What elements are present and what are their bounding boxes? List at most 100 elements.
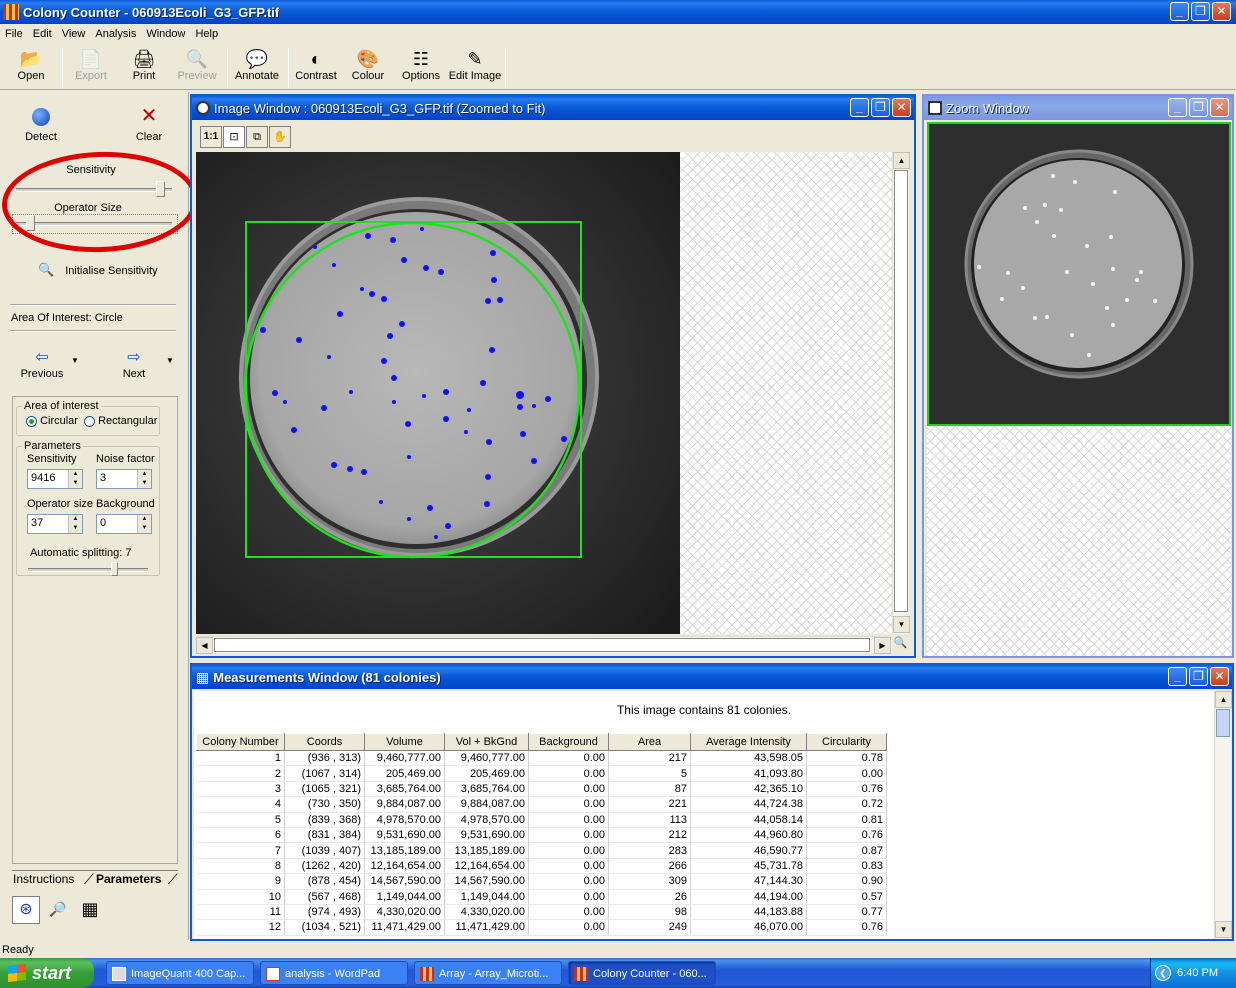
scroll-left-icon[interactable]: ◀ — [196, 637, 213, 654]
open-button[interactable]: 📂 Open — [8, 48, 54, 88]
zoom-window-maximize[interactable]: ❐ — [1189, 98, 1208, 117]
column-header[interactable]: Average Intensity — [690, 733, 807, 751]
image-horizontal-scrollbar[interactable]: ◀ ▶ — [196, 636, 892, 654]
task-imagequant[interactable]: ImageQuant 400 Cap... — [106, 961, 254, 985]
options-button[interactable]: ☷ Options — [398, 48, 444, 88]
sensitivity-input[interactable]: 9416 ▲ ▼ — [27, 469, 83, 489]
menu-help[interactable]: Help — [190, 28, 223, 40]
task-array[interactable]: Array - Array_Microti... — [414, 961, 562, 985]
column-header[interactable]: Coords — [284, 733, 365, 751]
zoom-window-minimize[interactable]: _ — [1168, 98, 1187, 117]
column-header[interactable]: Vol + BkGnd — [444, 733, 529, 751]
circular-radio[interactable]: Circular — [26, 415, 78, 427]
table-row[interactable]: 7 (1039 , 407) 13,185,189.00 13,185,189.00 0… — [196, 842, 887, 859]
table-row[interactable]: 3 (1065 , 321) 3,685,764.00 3,685,764.00 0.0… — [196, 781, 887, 798]
image-window-maximize[interactable]: ❐ — [871, 98, 890, 117]
print-button[interactable]: 🖨 Print — [122, 48, 166, 88]
tab-parameters[interactable]: Parameters — [96, 872, 161, 886]
preview-button[interactable]: 🔍 Preview — [174, 48, 220, 88]
zoom-window-title-bar[interactable]: Zoom Window _ ❐ ✕ — [924, 96, 1232, 120]
column-header[interactable]: Colony Number — [196, 733, 285, 751]
tray-arrow-icon[interactable]: ❮ — [1155, 965, 1171, 981]
table-row[interactable]: 4 (730 , 350) 9,884,087.00 9,884,087.00 0.00… — [196, 796, 887, 813]
close-button[interactable]: ✕ — [1212, 2, 1231, 21]
spinner-arrows-icon[interactable]: ▲ ▼ — [68, 515, 82, 533]
table-row[interactable]: 2 (1067 , 314) 205,469.00 205,469.00 0.00 5 41… — [196, 765, 887, 782]
next-dropdown-icon[interactable]: ▼ — [166, 356, 174, 365]
zoom-fit-icon[interactable]: ⊡ — [223, 126, 245, 148]
edit-image-button[interactable]: ✎ Edit Image — [448, 48, 502, 88]
image-window-title-bar[interactable]: Image Window : 060913Ecoli_G3_GFP.tif (Z… — [192, 96, 914, 120]
image-canvas[interactable] — [196, 152, 892, 634]
table-row[interactable]: 6 (831 , 384) 9,531,690.00 9,531,690.00 0.00… — [196, 827, 887, 844]
noise-factor-input[interactable]: 3 ▲ ▼ — [96, 469, 152, 489]
column-header[interactable]: Area — [608, 733, 691, 751]
operator-size-input[interactable]: 37 ▲ ▼ — [27, 514, 83, 534]
measurements-scrollbar[interactable]: ▲ ▼ — [1214, 691, 1232, 939]
table-row[interactable]: 8 (1262 , 420) 12,164,654.00 12,164,654.00 0… — [196, 858, 887, 875]
app-title-bar[interactable]: Colony Counter - 060913Ecoli_G3_GFP.tif … — [0, 0, 1236, 24]
tab-instructions[interactable]: Instructions — [13, 872, 74, 886]
zoom-magnifier-icon[interactable]: 🔍 — [892, 636, 909, 653]
detect-button[interactable]: Detect — [18, 108, 64, 143]
spinner-arrows-icon[interactable]: ▲ ▼ — [137, 470, 151, 488]
image-vertical-scrollbar[interactable]: ▲ ▼ — [892, 152, 910, 634]
image-window-close[interactable]: ✕ — [892, 98, 911, 117]
spinner-arrows-icon[interactable]: ▲ ▼ — [137, 515, 151, 533]
annotate-button[interactable]: 💬 Annotate — [232, 48, 282, 88]
automatic-splitting-thumb[interactable] — [111, 562, 119, 576]
table-row[interactable]: 9 (878 , 454) 14,567,590.00 14,567,590.00 0.… — [196, 873, 887, 890]
scroll-right-icon[interactable]: ▶ — [874, 637, 891, 654]
task-colony-counter[interactable]: Colony Counter - 060... — [568, 961, 716, 985]
zoom-region-icon[interactable]: ⧉ — [246, 126, 268, 148]
scroll-thumb[interactable] — [1216, 709, 1230, 737]
column-header[interactable]: Background — [528, 733, 609, 751]
view-image-button[interactable]: 🔎 — [44, 896, 72, 924]
zoom-window-close[interactable]: ✕ — [1210, 98, 1229, 117]
measurements-close[interactable]: ✕ — [1210, 667, 1229, 686]
scroll-thumb[interactable] — [894, 170, 908, 612]
clear-button[interactable]: ✕ Clear — [128, 106, 170, 143]
view-colonies-button[interactable]: ⊛ — [12, 896, 40, 924]
image-window-minimize[interactable]: _ — [850, 98, 869, 117]
menu-window[interactable]: Window — [141, 28, 190, 40]
measurements-maximize[interactable]: ❐ — [1189, 667, 1208, 686]
background-input[interactable]: 0 ▲ ▼ — [96, 514, 152, 534]
previous-button[interactable]: ⇦ Previous — [16, 350, 68, 381]
start-button[interactable]: start — [0, 958, 94, 988]
table-row[interactable]: 1 (936 , 313) 9,460,777.00 9,460,777.00 0.00… — [196, 750, 887, 767]
automatic-splitting-track[interactable] — [28, 568, 148, 572]
scroll-up-icon[interactable]: ▲ — [893, 152, 910, 169]
table-row[interactable]: 12 (1034 , 521) 11,471,429.00 11,471,429.00… — [196, 919, 887, 936]
scroll-down-icon[interactable]: ▼ — [1215, 921, 1232, 938]
column-header[interactable]: Circularity — [806, 733, 887, 751]
menu-edit[interactable]: Edit — [28, 28, 57, 40]
contrast-button[interactable]: ◐ Contrast — [292, 48, 340, 88]
view-table-button[interactable]: ▦ — [76, 896, 104, 924]
table-row[interactable]: 10 (567 , 468) 1,149,044.00 1,149,044.00 0.0… — [196, 889, 887, 905]
menu-file[interactable]: File — [0, 28, 28, 40]
zoom-canvas[interactable] — [927, 122, 1231, 656]
measurements-window-title-bar[interactable]: ▦ Measurements Window (81 colonies) _ ❐ … — [192, 665, 1232, 689]
colour-button[interactable]: 🎨 Colour — [346, 48, 390, 88]
spinner-arrows-icon[interactable]: ▲ ▼ — [68, 470, 82, 488]
pan-hand-icon[interactable]: ✋ — [269, 126, 291, 148]
table-row[interactable]: 11 (974 , 493) 4,330,020.00 4,330,020.00 0.0… — [196, 904, 887, 921]
initialise-sensitivity-button[interactable]: 🔍 Initialise Sensitivity — [38, 262, 178, 278]
table-row[interactable]: 5 (839 , 368) 4,978,570.00 4,978,570.00 0.00… — [196, 812, 887, 828]
previous-dropdown-icon[interactable]: ▼ — [71, 356, 79, 365]
menu-view[interactable]: View — [57, 28, 91, 40]
column-header[interactable]: Volume — [364, 733, 445, 751]
minimize-button[interactable]: _ — [1170, 2, 1189, 21]
scroll-down-icon[interactable]: ▼ — [893, 616, 910, 633]
measurements-minimize[interactable]: _ — [1168, 667, 1187, 686]
next-button[interactable]: ⇨ Next — [112, 350, 156, 381]
task-wordpad[interactable]: analysis - WordPad — [260, 961, 408, 985]
scroll-up-icon[interactable]: ▲ — [1215, 691, 1232, 708]
export-button[interactable]: 📄 Export — [68, 48, 114, 88]
scroll-h-thumb[interactable] — [214, 638, 870, 652]
rectangular-radio[interactable]: Rectangular — [84, 415, 157, 427]
menu-analysis[interactable]: Analysis — [90, 28, 141, 40]
maximize-button[interactable]: ❐ — [1191, 2, 1210, 21]
zoom-1to1-button[interactable]: 1:1 — [200, 126, 222, 148]
